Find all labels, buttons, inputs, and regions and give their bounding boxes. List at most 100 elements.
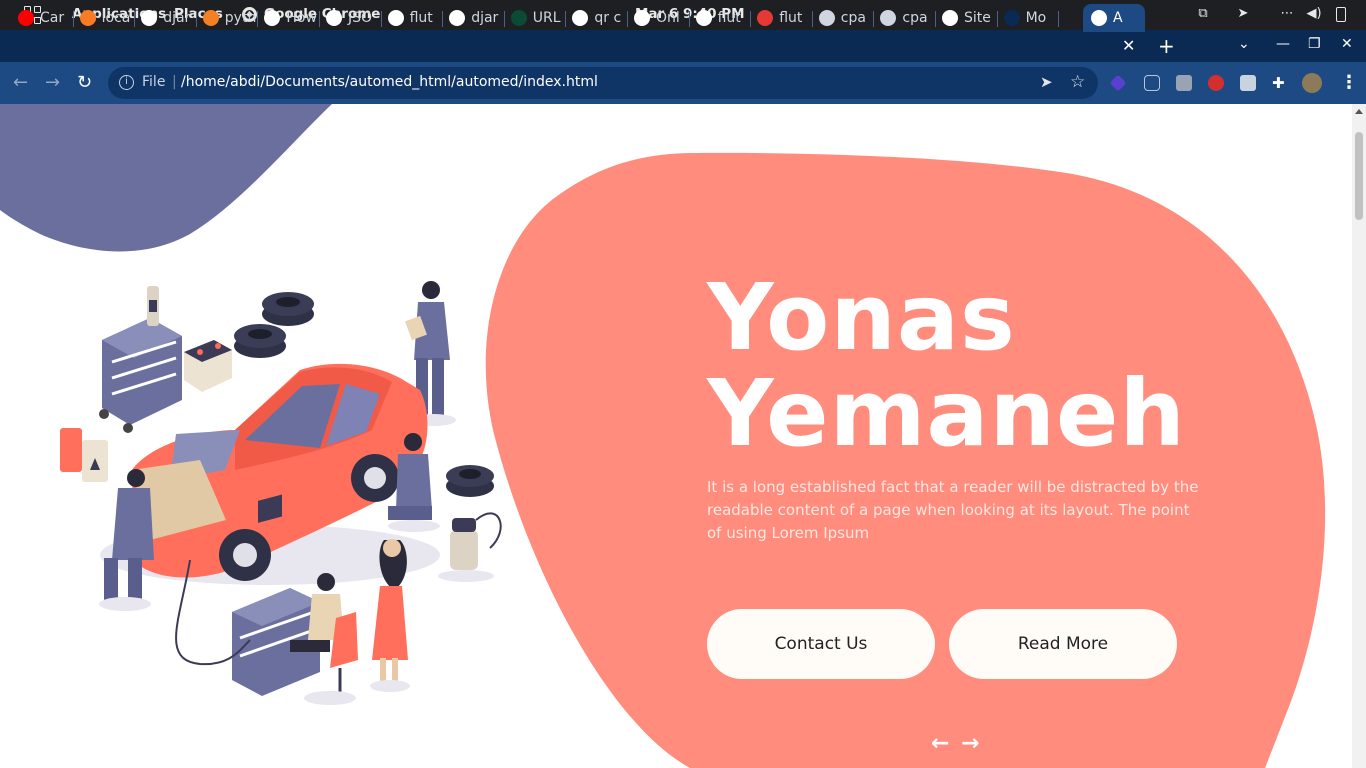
tab-title: flut bbox=[717, 10, 741, 26]
bookmark-star-icon[interactable]: ☆ bbox=[1070, 72, 1085, 92]
tab-title: loca bbox=[101, 10, 131, 26]
google-icon bbox=[387, 10, 404, 26]
scroll-up-arrow-icon[interactable] bbox=[1355, 109, 1363, 114]
battery-icon[interactable] bbox=[1336, 7, 1346, 22]
tab-separator bbox=[380, 11, 382, 27]
close-window-button[interactable]: ✕ bbox=[1341, 36, 1353, 52]
oil-canister-illustration bbox=[60, 428, 108, 482]
page-scrollbar[interactable] bbox=[1352, 104, 1366, 768]
browser-tab[interactable]: qr c bbox=[570, 4, 628, 32]
globe-icon bbox=[326, 10, 342, 26]
carousel-prev-arrow-icon[interactable]: ← bbox=[931, 731, 949, 756]
tab-title: URL bbox=[532, 10, 561, 26]
profile-avatar[interactable] bbox=[1302, 73, 1322, 93]
forward-button[interactable]: → bbox=[45, 72, 60, 93]
tab-separator bbox=[565, 11, 567, 27]
google-icon bbox=[449, 10, 466, 26]
browser-tab[interactable]: loca bbox=[78, 4, 136, 32]
tab-separator bbox=[811, 11, 813, 27]
back-button[interactable]: ← bbox=[13, 72, 28, 93]
browser-tab[interactable]: Car bbox=[16, 4, 74, 32]
browser-tab[interactable]: JSO bbox=[324, 4, 382, 32]
tab-title: cpa bbox=[840, 10, 866, 26]
send-tab-icon[interactable]: ➤ bbox=[1040, 73, 1053, 91]
tool-cabinet-illustration bbox=[99, 286, 182, 433]
tab-title: Site bbox=[964, 10, 991, 26]
browser-tab[interactable]: flut bbox=[755, 4, 813, 32]
browser-tab[interactable]: flut bbox=[386, 4, 444, 32]
screen-icon[interactable]: ⧉ bbox=[1195, 6, 1211, 22]
tab-separator bbox=[318, 11, 320, 27]
youtube-icon bbox=[18, 10, 34, 26]
browser-tab[interactable]: djar bbox=[447, 4, 505, 32]
tab-title: qr c bbox=[594, 10, 622, 26]
browser-tab[interactable]: Site bbox=[940, 4, 998, 32]
google-icon bbox=[695, 10, 712, 26]
new-tab-button[interactable]: + bbox=[1158, 34, 1175, 58]
extension-adblock-icon[interactable] bbox=[1208, 75, 1224, 91]
browser-tab[interactable]: Onl bbox=[632, 4, 690, 32]
globe-icon bbox=[942, 10, 958, 26]
hero-description: It is a long established fact that a rea… bbox=[707, 478, 1199, 542]
chrome-menu-icon[interactable]: ⋮ bbox=[1340, 72, 1358, 93]
tab-separator bbox=[688, 11, 690, 27]
minimize-button[interactable]: — bbox=[1276, 36, 1290, 52]
scrollbar-thumb[interactable] bbox=[1355, 132, 1363, 220]
browser-tab[interactable]: URL bbox=[509, 4, 567, 32]
divider: | bbox=[172, 74, 177, 90]
garage-illustration bbox=[60, 281, 502, 705]
hero-title-line-2: Yemaneh bbox=[707, 360, 1186, 467]
blank-icon bbox=[1003, 10, 1020, 26]
google-icon bbox=[572, 10, 589, 26]
globe-icon bbox=[1091, 10, 1107, 26]
tab-title: djar bbox=[163, 10, 191, 26]
browser-tab[interactable]: pyth bbox=[201, 4, 259, 32]
network-icon[interactable]: ⋯ bbox=[1279, 6, 1295, 22]
browser-tab[interactable]: A bbox=[1083, 4, 1145, 32]
tab-title: Car bbox=[40, 10, 65, 26]
browser-tab[interactable]: How bbox=[262, 4, 320, 32]
globe-icon bbox=[264, 10, 281, 26]
browser-tab[interactable]: Mo bbox=[1002, 4, 1060, 32]
hero-title: Yonas Yemaneh bbox=[707, 270, 1186, 462]
extension-3-icon[interactable] bbox=[1176, 75, 1192, 91]
tab-separator bbox=[873, 11, 875, 27]
red-icon bbox=[757, 10, 774, 26]
tab-title: JSO bbox=[348, 10, 373, 26]
extensions-puzzle-icon[interactable]: ✚ bbox=[1272, 75, 1288, 91]
link-icon bbox=[880, 10, 897, 26]
car-battery-illustration bbox=[184, 340, 232, 392]
browser-tab[interactable]: cpa bbox=[878, 4, 936, 32]
address-bar[interactable]: i File | /home/abdi/Documents/automed_ht… bbox=[108, 67, 1098, 99]
tab-title: flut bbox=[779, 10, 803, 26]
tab-separator bbox=[750, 11, 752, 27]
telegram-icon[interactable]: ➤ bbox=[1235, 6, 1251, 22]
hero-title-line-1: Yonas bbox=[707, 264, 1016, 371]
carousel-next-arrow-icon[interactable]: → bbox=[961, 731, 979, 756]
volume-icon[interactable]: ◀) bbox=[1306, 6, 1322, 22]
tab-title: pyth bbox=[224, 10, 257, 26]
browser-tab[interactable]: flut bbox=[694, 4, 752, 32]
tab-title: A bbox=[1113, 10, 1123, 26]
stackoverflow-icon bbox=[202, 10, 219, 26]
tab-title: How bbox=[286, 10, 317, 26]
tab-title: Mo bbox=[1025, 10, 1047, 26]
tab-search-icon[interactable]: ⌄ bbox=[1238, 36, 1250, 52]
browser-tab[interactable]: djar bbox=[139, 4, 197, 32]
url-text[interactable]: /home/abdi/Documents/automed_html/autome… bbox=[181, 74, 598, 90]
tab-separator bbox=[934, 11, 936, 27]
extension-2-icon[interactable] bbox=[1144, 75, 1160, 91]
extension-5-icon[interactable] bbox=[1240, 75, 1256, 91]
maximize-button[interactable]: ❐ bbox=[1308, 36, 1321, 52]
link-icon bbox=[818, 10, 835, 26]
read-more-button[interactable]: Read More bbox=[949, 609, 1177, 679]
tab-separator bbox=[442, 11, 444, 27]
browser-tab[interactable]: cpa bbox=[817, 4, 875, 32]
site-info-icon[interactable]: i bbox=[119, 75, 134, 90]
mechanic-hood-person-illustration bbox=[99, 469, 154, 611]
xampp-icon bbox=[79, 10, 96, 26]
contact-us-button[interactable]: Contact Us bbox=[707, 609, 935, 679]
close-tab-icon[interactable]: ✕ bbox=[1122, 36, 1135, 55]
reload-button[interactable]: ↻ bbox=[77, 72, 92, 93]
tab-title: djar bbox=[471, 10, 499, 26]
